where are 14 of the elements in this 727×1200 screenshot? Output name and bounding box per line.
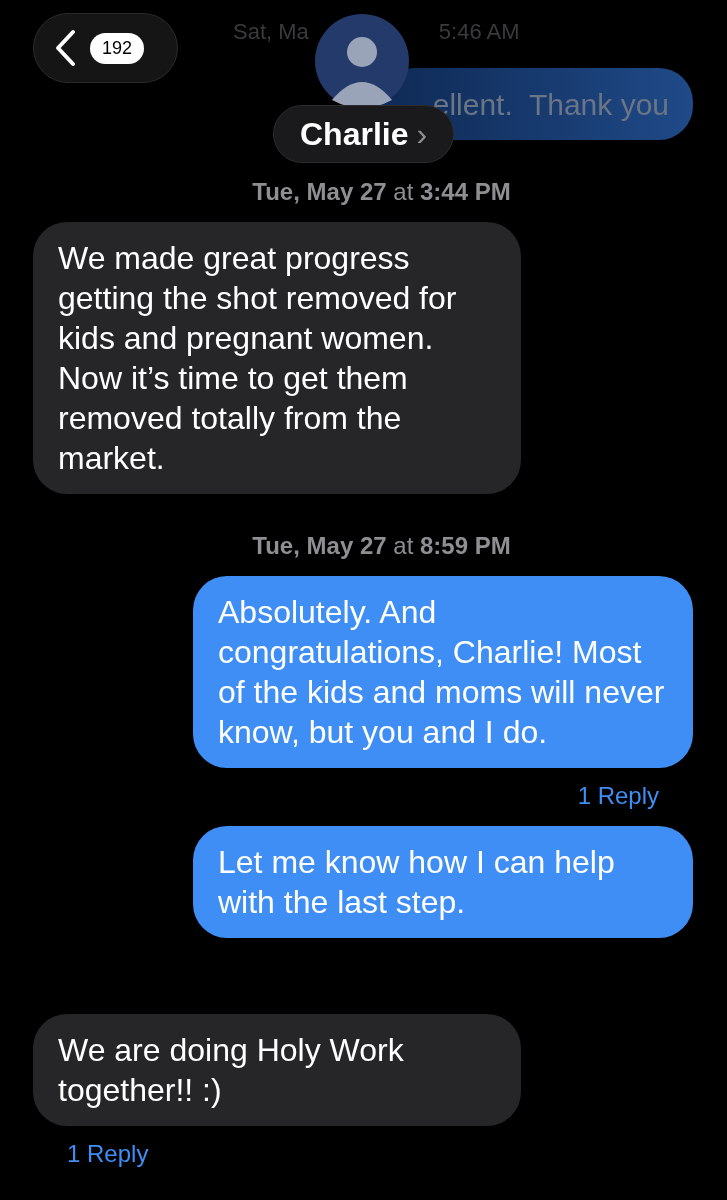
reply-link[interactable]: 1 Reply — [67, 1140, 149, 1168]
reply-link[interactable]: 1 Reply — [577, 782, 659, 810]
message-bubble: Let me know how I can help with the last step. — [193, 826, 693, 938]
timestamp: 5:46 AM — [438, 18, 520, 46]
timestamp: Tue, May 27 at 8:59 PM — [251, 532, 511, 560]
timestamp: Tue, May 27 at 3:44 PM — [251, 178, 511, 206]
timestamp: Sat, Ma — [233, 18, 309, 46]
message-bubble: We made great progress getting the shot removed for kids and pregnant women. Now it’s time to get them removed totally from the market. — [33, 222, 521, 494]
message-bubble: We are doing Holy Work together!! :) — [33, 1014, 521, 1126]
message-bubble: Absolutely. And congratulations, Charlie! Most of the kids and moms will never know, but you and I do. — [193, 576, 693, 768]
contact-avatar[interactable] — [315, 14, 409, 108]
back-chevron-icon — [54, 29, 76, 67]
back-button[interactable]: 192 — [33, 13, 178, 83]
unread-count-badge: 192 — [90, 32, 145, 64]
